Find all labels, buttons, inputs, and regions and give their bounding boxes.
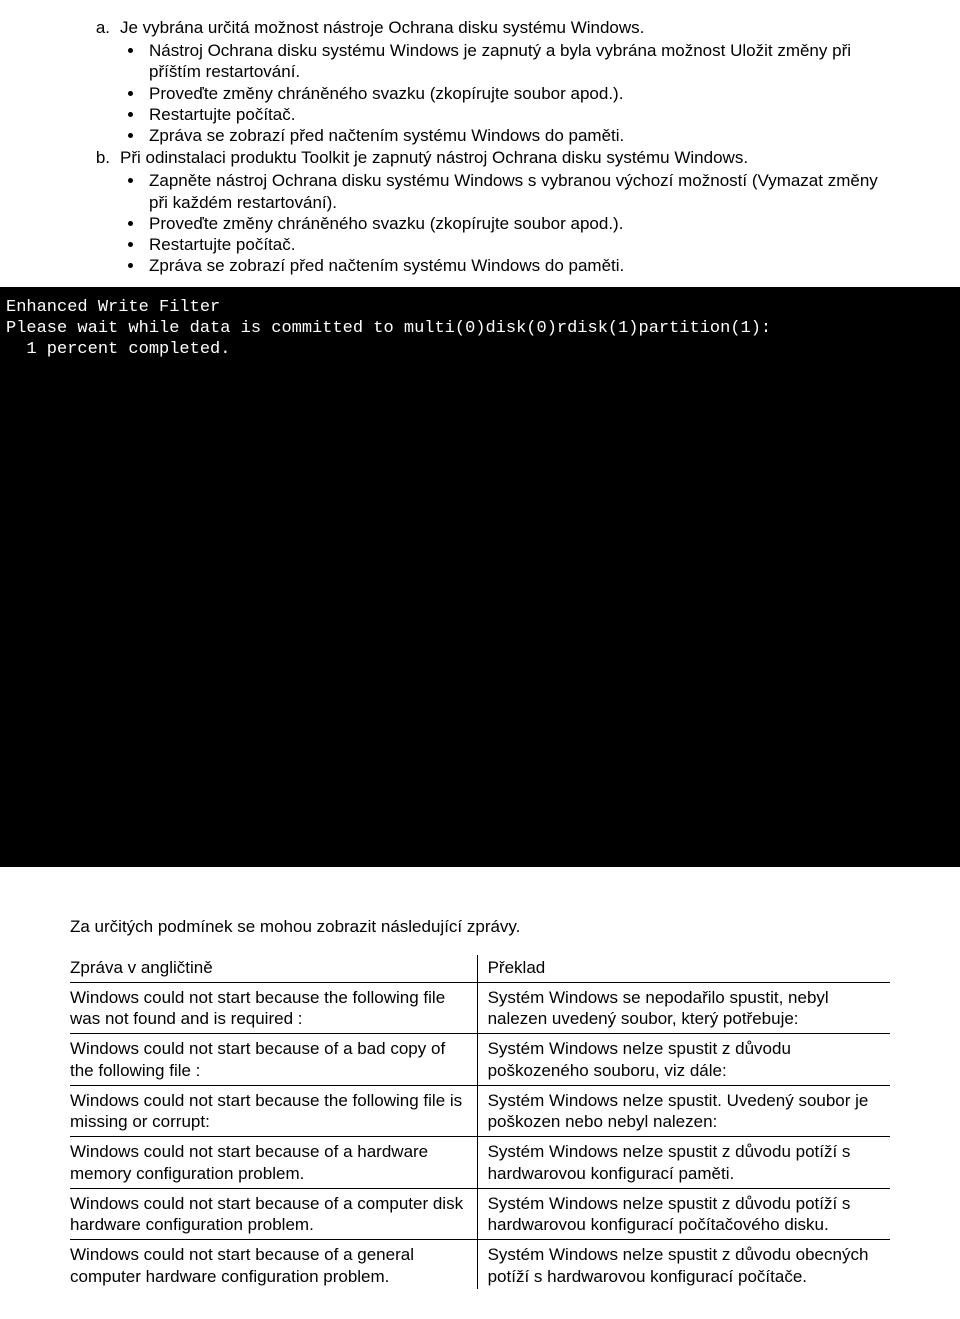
intro-paragraph: Za určitých podmínek se mohou zobrazit n…	[70, 917, 890, 937]
ordered-item-b: b. Při odinstalaci produktu Toolkit je z…	[70, 148, 890, 168]
table-row: Windows could not start because the foll…	[70, 982, 890, 1034]
list-item: Proveďte změny chráněného svazku (zkopír…	[145, 213, 890, 234]
table-cell-left: Windows could not start because the foll…	[70, 1085, 477, 1137]
table-row: Windows could not start because of a com…	[70, 1188, 890, 1240]
item-b-letter: b.	[70, 148, 120, 168]
console-line: Enhanced Write Filter	[6, 298, 220, 317]
table-header-row: Zpráva v angličtině Překlad	[70, 955, 890, 983]
console-screenshot: Enhanced Write Filter Please wait while …	[0, 287, 960, 867]
table-cell-right: Systém Windows nelze spustit z důvodu ob…	[477, 1240, 890, 1289]
table-cell-left: Windows could not start because of a har…	[70, 1137, 477, 1189]
messages-table: Zpráva v angličtině Překlad Windows coul…	[70, 955, 890, 1289]
table-row: Windows could not start because the foll…	[70, 1085, 890, 1137]
item-b-bullets: Zapněte nástroj Ochrana disku systému Wi…	[70, 170, 890, 276]
list-item: Zapněte nástroj Ochrana disku systému Wi…	[145, 170, 890, 213]
table-row: Windows could not start because of a har…	[70, 1137, 890, 1189]
list-item: Zpráva se zobrazí před načtením systému …	[145, 125, 890, 146]
table-cell-right: Systém Windows nelze spustit. Uvedený so…	[477, 1085, 890, 1137]
item-a-bullets: Nástroj Ochrana disku systému Windows je…	[70, 40, 890, 146]
table-cell-left: Windows could not start because of a bad…	[70, 1034, 477, 1086]
list-item: Proveďte změny chráněného svazku (zkopír…	[145, 83, 890, 104]
item-a-letter: a.	[70, 18, 120, 38]
table-row: Windows could not start because of a gen…	[70, 1240, 890, 1289]
list-item: Restartujte počítač.	[145, 104, 890, 125]
table-cell-right: Systém Windows nelze spustit z důvodu po…	[477, 1188, 890, 1240]
list-item: Restartujte počítač.	[145, 234, 890, 255]
table-header-left: Zpráva v angličtině	[70, 955, 477, 983]
table-cell-right: Systém Windows nelze spustit z důvodu po…	[477, 1034, 890, 1086]
list-item: Nástroj Ochrana disku systému Windows je…	[145, 40, 890, 83]
document-page: a. Je vybrána určitá možnost nástroje Oc…	[0, 0, 960, 1319]
item-b-text: Při odinstalaci produktu Toolkit je zapn…	[120, 148, 890, 168]
list-item: Zpráva se zobrazí před načtením systému …	[145, 255, 890, 276]
console-line: 1 percent completed.	[6, 340, 230, 359]
lower-text-section: Za určitých podmínek se mohou zobrazit n…	[0, 867, 960, 1319]
table-cell-right: Systém Windows se nepodařilo spustit, ne…	[477, 982, 890, 1034]
item-a-text: Je vybrána určitá možnost nástroje Ochra…	[120, 18, 890, 38]
console-line: Please wait while data is committed to m…	[6, 319, 771, 338]
table-cell-left: Windows could not start because of a gen…	[70, 1240, 477, 1289]
table-cell-left: Windows could not start because the foll…	[70, 982, 477, 1034]
table-cell-left: Windows could not start because of a com…	[70, 1188, 477, 1240]
upper-text-section: a. Je vybrána určitá možnost nástroje Oc…	[0, 0, 960, 287]
table-header-right: Překlad	[477, 955, 890, 983]
table-row: Windows could not start because of a bad…	[70, 1034, 890, 1086]
table-cell-right: Systém Windows nelze spustit z důvodu po…	[477, 1137, 890, 1189]
ordered-item-a: a. Je vybrána určitá možnost nástroje Oc…	[70, 18, 890, 38]
